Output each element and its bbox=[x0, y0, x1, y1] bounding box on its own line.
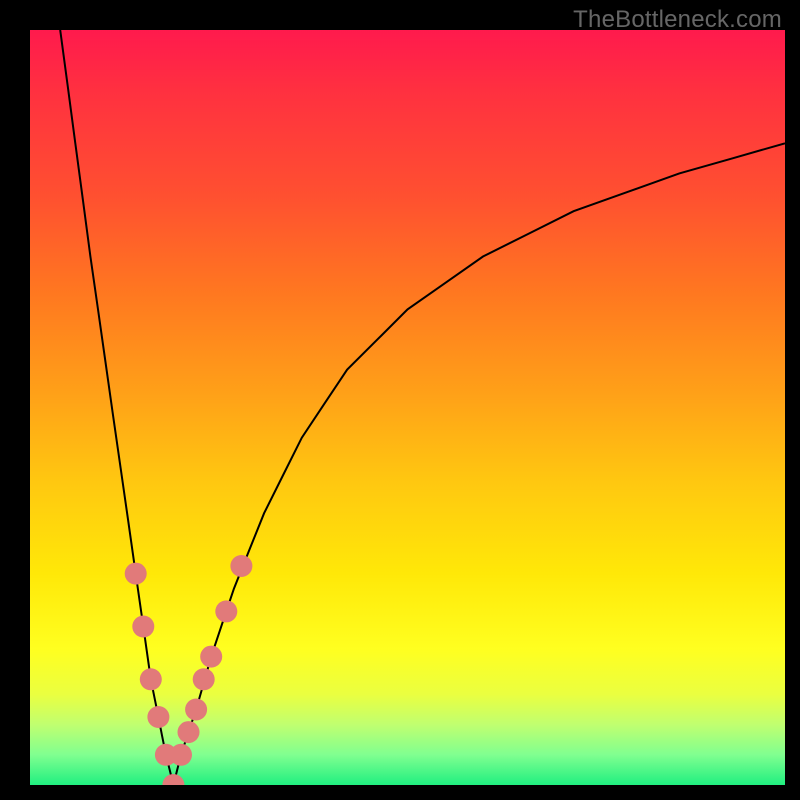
right-curve bbox=[173, 143, 785, 785]
marker-point bbox=[215, 600, 237, 622]
marker-point bbox=[185, 699, 207, 721]
plot-area bbox=[30, 30, 785, 785]
marker-point bbox=[132, 616, 154, 638]
marker-point bbox=[140, 668, 162, 690]
marker-point bbox=[147, 706, 169, 728]
marker-point bbox=[193, 668, 215, 690]
marker-point bbox=[162, 774, 184, 785]
chart-frame: TheBottleneck.com bbox=[0, 0, 800, 800]
chart-svg bbox=[30, 30, 785, 785]
marker-point bbox=[125, 563, 147, 585]
marker-point bbox=[170, 744, 192, 766]
marker-point bbox=[200, 646, 222, 668]
marker-point bbox=[230, 555, 252, 577]
marker-point bbox=[178, 721, 200, 743]
